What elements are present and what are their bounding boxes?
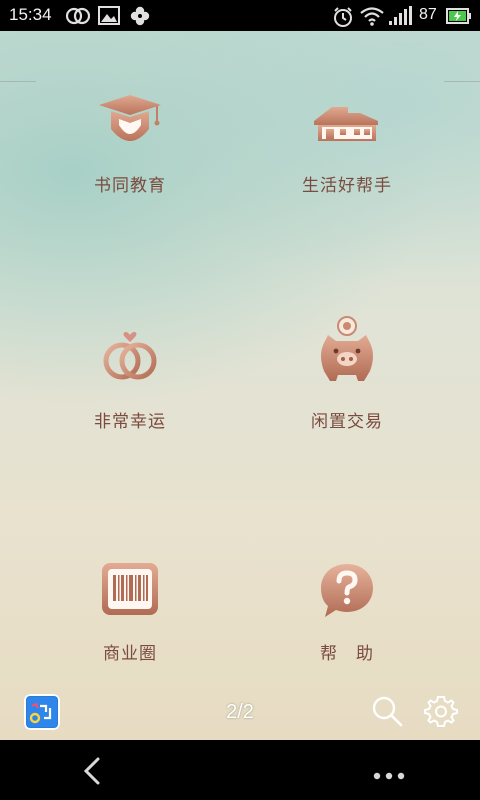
status-time: 15:34: [9, 5, 52, 24]
navigation-bar: [0, 740, 480, 800]
tile-label-life-helper: 生活好帮手: [302, 176, 392, 196]
search-icon[interactable]: [370, 694, 404, 732]
help-bubble-icon: [317, 561, 377, 625]
back-icon[interactable]: [80, 756, 104, 790]
image-icon: [98, 6, 120, 30]
tile-label-education: 书同教育: [94, 176, 166, 196]
app-shortcut-button[interactable]: [24, 694, 60, 730]
tile-label-business-circle: 商业圈: [103, 644, 157, 664]
tile-label-help: 帮 助: [320, 644, 374, 664]
gear-icon[interactable]: [424, 694, 458, 732]
tile-life-helper[interactable]: 生活好帮手: [257, 91, 437, 211]
house-icon: [312, 91, 382, 155]
tile-label-second-hand: 闲置交易: [311, 412, 383, 432]
page-indicator: 2/2: [226, 701, 254, 723]
tile-business-circle[interactable]: 商业圈: [40, 561, 220, 681]
piggy-bank-icon: [312, 315, 382, 391]
rings-icon: [95, 321, 165, 389]
alarm-icon: [332, 6, 354, 32]
tile-label-lucky: 非常幸运: [94, 412, 166, 432]
battery-charging-icon: [446, 8, 472, 28]
tile-help[interactable]: 帮 助: [257, 561, 437, 681]
home-screen: 书同教育 生活好帮手 非常幸运 闲置交易 商业圈 帮 助: [0, 31, 480, 740]
battery-percent: 87: [419, 6, 437, 23]
app-shortcut-icon: [27, 697, 57, 727]
left-edge-divider: [0, 81, 36, 82]
more-options-icon[interactable]: [372, 766, 406, 785]
signal-icon: [388, 6, 412, 30]
clover-icon: [130, 6, 150, 30]
graduation-cap-icon: [95, 91, 165, 155]
barcode-icon: [100, 561, 160, 621]
right-edge-divider: [444, 81, 480, 82]
status-bar: 15:34 87: [0, 0, 480, 31]
tile-education[interactable]: 书同教育: [40, 91, 220, 211]
tile-lucky[interactable]: 非常幸运: [40, 321, 220, 441]
dual-circle-icon: [65, 6, 91, 30]
wifi-icon: [360, 6, 384, 30]
tile-second-hand[interactable]: 闲置交易: [257, 315, 437, 435]
